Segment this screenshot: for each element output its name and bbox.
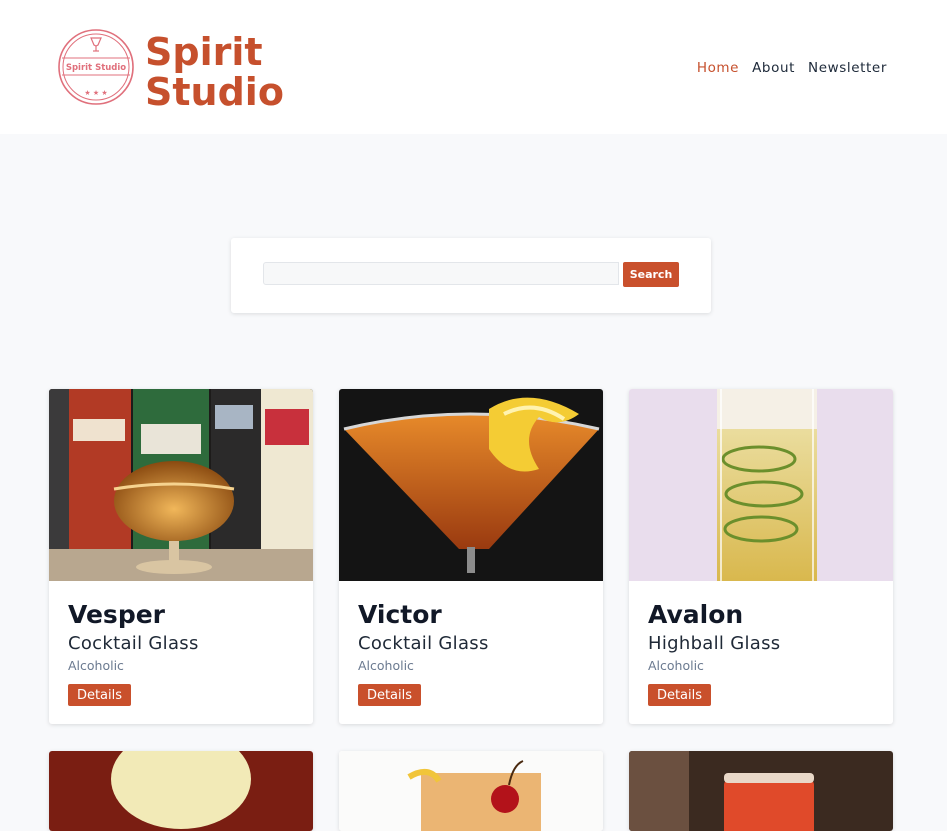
card-title: Victor (358, 600, 442, 629)
card-category: Alcoholic (648, 658, 704, 673)
cocktail-card-partial (49, 751, 313, 831)
nav-about[interactable]: About (752, 60, 795, 76)
brand-line-1: Spirit (145, 30, 263, 74)
stars-icon: ★ ★ ★ (84, 89, 107, 97)
cocktail-card-partial (629, 751, 893, 831)
cocktail-card-avalon: Avalon Highball Glass Alcoholic Details (629, 389, 893, 724)
main-nav: Home About Newsletter (697, 60, 887, 76)
brand-name[interactable]: Spirit Studio (145, 32, 284, 112)
details-button[interactable]: Details (358, 684, 421, 706)
brand-line-2: Studio (145, 70, 284, 114)
card-category: Alcoholic (358, 658, 414, 673)
card-glass: Highball Glass (648, 633, 781, 654)
avalon-photo (629, 389, 893, 581)
logo-text: Spirit Studio (66, 63, 126, 73)
nav-newsletter[interactable]: Newsletter (808, 60, 887, 76)
card-glass: Cocktail Glass (358, 633, 489, 654)
card-title: Vesper (68, 600, 165, 629)
cocktail-photo (629, 751, 893, 831)
cocktail-photo (339, 751, 603, 831)
victor-photo (339, 389, 603, 581)
search-card: Search (231, 238, 711, 313)
search-button[interactable]: Search (623, 262, 679, 287)
details-button[interactable]: Details (68, 684, 131, 706)
vesper-photo (49, 389, 313, 581)
site-header: Spirit Studio ★ ★ ★ Spirit Studio Home A… (0, 0, 947, 134)
details-button[interactable]: Details (648, 684, 711, 706)
card-category: Alcoholic (68, 658, 124, 673)
nav-home[interactable]: Home (697, 60, 739, 76)
logo-seal[interactable]: Spirit Studio ★ ★ ★ (57, 28, 135, 106)
cocktail-card-vesper: Vesper Cocktail Glass Alcoholic Details (49, 389, 313, 724)
cocktail-card-partial (339, 751, 603, 831)
wine-glass-icon (90, 37, 102, 47)
cocktail-card-victor: Victor Cocktail Glass Alcoholic Details (339, 389, 603, 724)
cocktail-photo (49, 751, 313, 831)
card-glass: Cocktail Glass (68, 633, 199, 654)
card-title: Avalon (648, 600, 744, 629)
search-input[interactable] (263, 262, 619, 285)
